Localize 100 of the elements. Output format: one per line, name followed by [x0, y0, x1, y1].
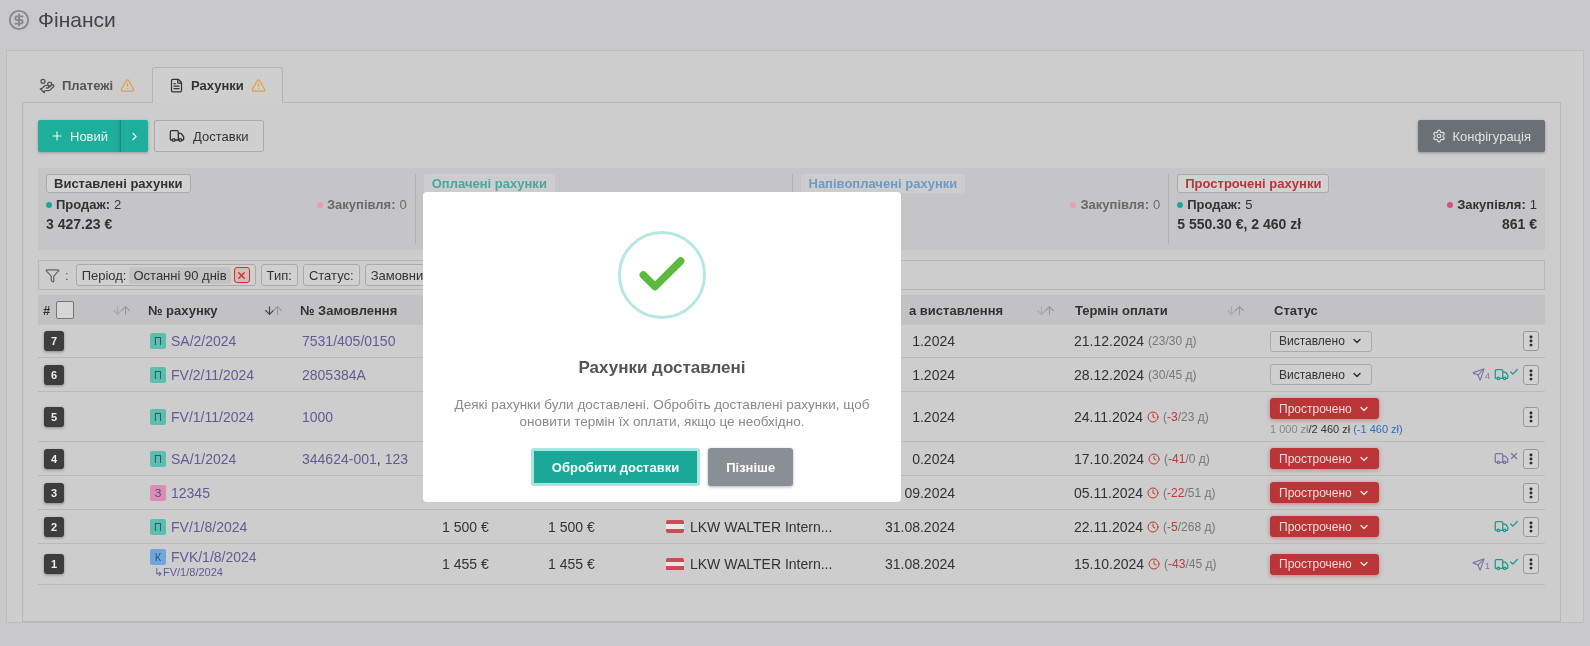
- order-link[interactable]: 123: [384, 450, 408, 467]
- column-header: Термін оплати: [1075, 302, 1168, 318]
- sales-total: 5 550.30 €, 2 460 zł: [1177, 216, 1301, 232]
- column-header: а виставлення: [909, 302, 1004, 318]
- order-link[interactable]: 1000: [302, 408, 334, 425]
- due-date: 05.11.2024: [1074, 484, 1144, 501]
- due-days: (-5/268 д): [1163, 519, 1216, 534]
- success-check-icon: [618, 231, 706, 319]
- filter-chip[interactable]: Тип:: [260, 264, 298, 286]
- due-date: 21.12.2024: [1074, 333, 1145, 349]
- row-number: 1: [44, 554, 64, 574]
- amount-text: 1 455 €: [442, 556, 489, 572]
- issue-date: 0.2024: [911, 450, 955, 467]
- customer-name: LKW WALTER Intern...: [690, 518, 833, 535]
- due-days: (30/45 д): [1148, 367, 1197, 382]
- status-dropdown[interactable]: Прострочено: [1270, 448, 1379, 469]
- dialog-message: Деякі рахунки були доставлені. Обробіть доставлені рахунки, щоб оновити термін їх оплати, якщо це необхідно.: [453, 396, 871, 430]
- plus-icon: [50, 129, 64, 143]
- type-badge: К: [150, 549, 166, 565]
- more-button[interactable]: [1523, 554, 1539, 574]
- deliveries-button[interactable]: Доставки: [154, 120, 264, 152]
- hand-coins-icon: [39, 77, 55, 94]
- issue-date: 1.2024: [911, 366, 955, 383]
- order-link[interactable]: 344624-001: [302, 450, 377, 467]
- process-button[interactable]: Обробити доставки: [530, 448, 701, 486]
- customer-name: LKW WALTER Intern...: [690, 556, 833, 572]
- sales-count: Продаж: 2: [46, 197, 122, 212]
- filter-label: :: [65, 267, 69, 283]
- issue-date: 31.08.2024: [883, 556, 955, 572]
- column-header: Статус: [1274, 302, 1318, 318]
- amount-text: 1 455 €: [548, 556, 595, 572]
- column-header: № Замовлення: [300, 302, 398, 318]
- summary-title[interactable]: Прострочені рахунки: [1177, 174, 1330, 193]
- due-date: 17.10.2024: [1074, 450, 1145, 467]
- type-badge: П: [150, 450, 166, 467]
- checkbox[interactable]: [56, 301, 75, 319]
- amount-text: 1 500 €: [442, 518, 489, 535]
- column-header: № рахунку: [148, 302, 218, 318]
- purchases-count: Закупівля: 1: [1447, 197, 1537, 212]
- purchases-count: Закупівля: 0: [316, 197, 407, 212]
- invoice-link[interactable]: FV/1/8/2024: [171, 518, 248, 535]
- issue-date: 09.2024: [903, 484, 955, 501]
- type-badge: П: [150, 333, 166, 349]
- due-days: (-41/0 д): [1164, 451, 1210, 466]
- row-number: 7: [44, 331, 64, 351]
- remove-button[interactable]: [233, 267, 250, 283]
- more-button[interactable]: [1523, 406, 1539, 427]
- filter-name: Тип:: [266, 267, 292, 283]
- status-dropdown[interactable]: Виставлено: [1270, 364, 1372, 385]
- status-dropdown[interactable]: Виставлено: [1270, 330, 1372, 352]
- more-button[interactable]: [1523, 331, 1539, 351]
- later-button[interactable]: Пізніше: [708, 448, 794, 486]
- purchases-count: Закупівля: 0: [1070, 197, 1161, 212]
- order-link[interactable]: 7531/405/0150: [302, 333, 396, 349]
- close-icon: [236, 269, 248, 281]
- more-button[interactable]: [1523, 516, 1539, 537]
- related-invoice-link[interactable]: ↳FV/1/8/2024: [150, 566, 223, 579]
- invoice-link[interactable]: FV/1/11/2024: [171, 408, 255, 425]
- tab[interactable]: Платежі: [22, 67, 153, 103]
- type-badge: З: [150, 484, 166, 501]
- sales-count: Продаж: 5: [1177, 197, 1253, 212]
- tab[interactable]: Рахунки: [152, 67, 283, 103]
- sort-icon[interactable]: [263, 303, 284, 317]
- document-icon: [169, 78, 185, 93]
- status-dropdown[interactable]: Прострочено: [1270, 553, 1379, 575]
- status-dropdown[interactable]: Прострочено: [1270, 398, 1379, 419]
- due-date: 22.11.2024: [1074, 518, 1144, 535]
- invoice-link[interactable]: SA/1/2024: [171, 450, 237, 467]
- due-date: 28.12.2024: [1074, 366, 1145, 383]
- invoice-link[interactable]: SA/2/2024: [171, 333, 237, 349]
- row-number: 4: [44, 448, 64, 469]
- flag-icon: [666, 557, 684, 571]
- status-dropdown[interactable]: Прострочено: [1270, 482, 1379, 503]
- amount-text: 1 500 €: [548, 518, 595, 535]
- filter-chip[interactable]: Статус:: [302, 264, 360, 286]
- filter-chip[interactable]: Період: Останні 90 днів: [75, 264, 256, 286]
- more-button[interactable]: [1523, 482, 1539, 503]
- summary-title[interactable]: Виставлені рахунки: [46, 174, 191, 193]
- new-button[interactable]: Новий: [38, 120, 121, 152]
- row-number: 3: [44, 482, 64, 503]
- due-days: (-43/45 д): [1164, 557, 1217, 571]
- page-title: Фінанси: [38, 8, 116, 32]
- dialog-title: Рахунки доставлені: [578, 358, 746, 378]
- issue-date: 1.2024: [911, 333, 955, 349]
- configuration-button[interactable]: Конфігурація: [1417, 120, 1545, 152]
- due-days: (23/30 д): [1148, 334, 1197, 348]
- flag-icon: [666, 520, 684, 533]
- column-header: #: [43, 302, 51, 318]
- more-button[interactable]: [1523, 448, 1539, 469]
- due-days: (-3/23 д): [1163, 409, 1209, 424]
- status-dropdown[interactable]: Прострочено: [1270, 516, 1379, 537]
- invoice-link[interactable]: FVK/1/8/2024: [171, 549, 257, 565]
- row-number: 5: [44, 406, 64, 427]
- due-date: 15.10.2024: [1074, 556, 1145, 572]
- invoice-link[interactable]: FV/2/11/2024: [171, 366, 255, 383]
- filter-name: Період:: [81, 267, 127, 283]
- more-button[interactable]: [1523, 364, 1539, 385]
- order-link[interactable]: 2805384A: [302, 366, 366, 383]
- dollar-icon: [8, 9, 30, 31]
- invoice-link[interactable]: 12345: [171, 484, 210, 501]
